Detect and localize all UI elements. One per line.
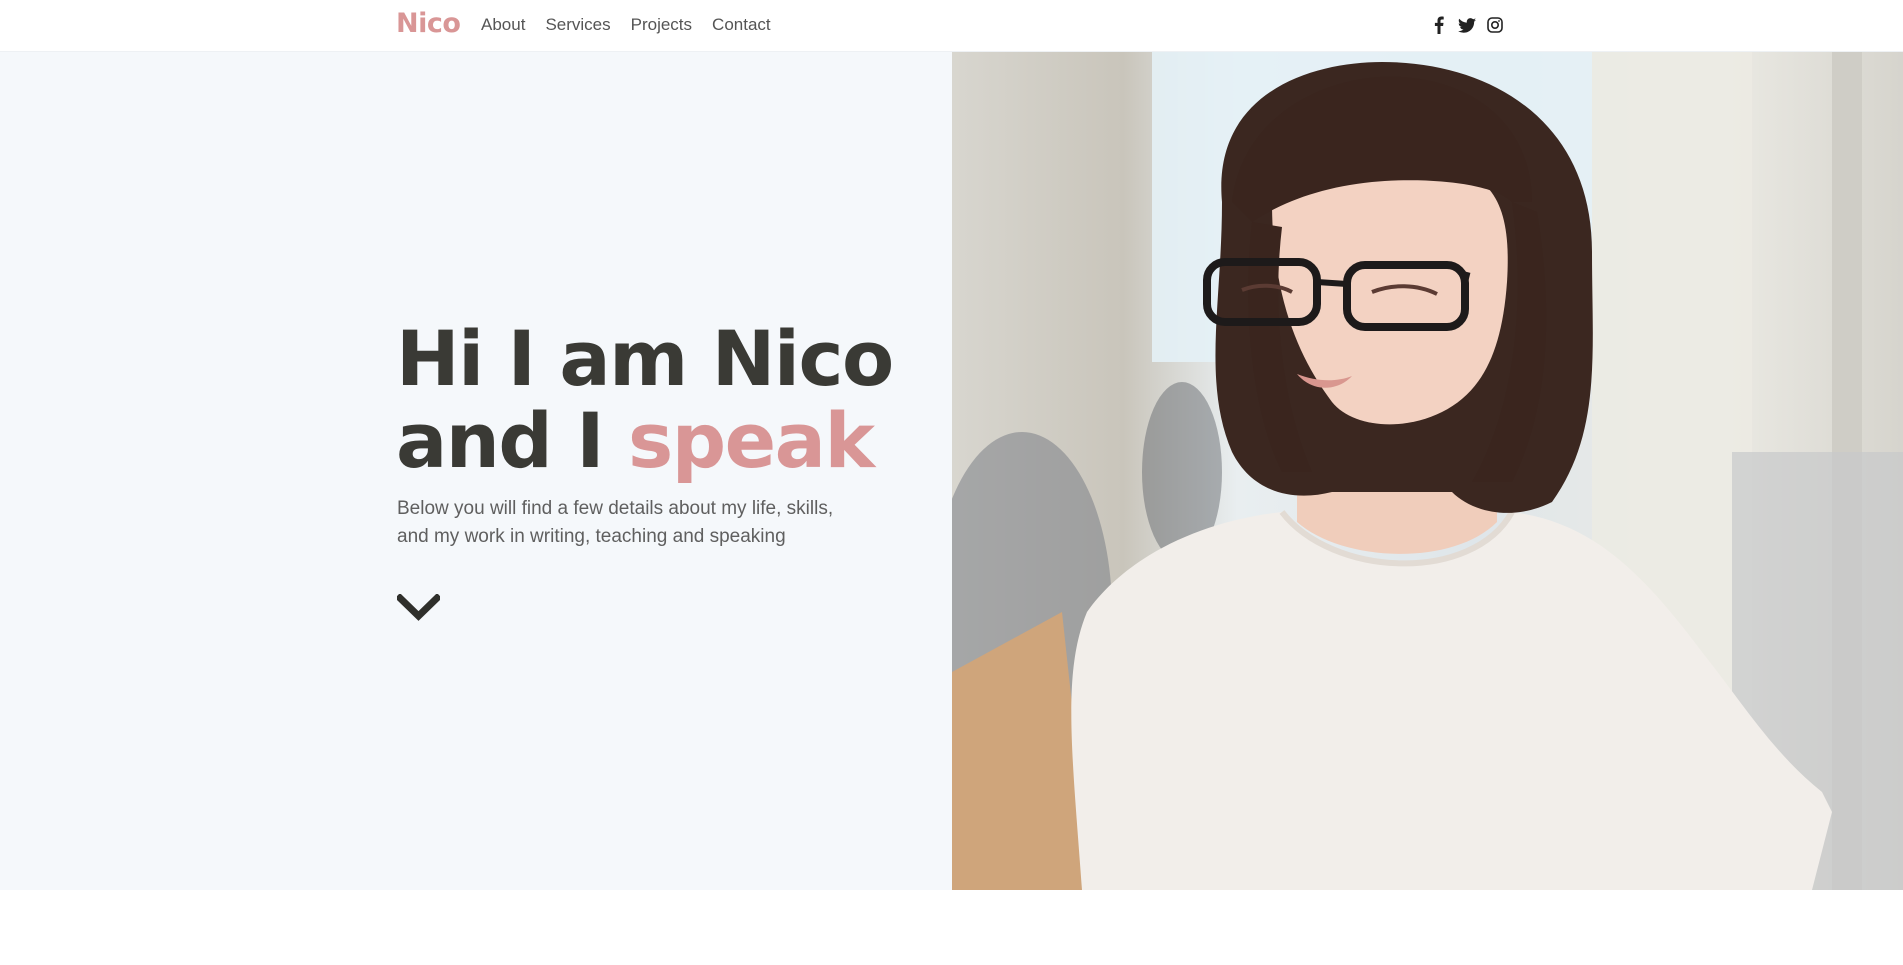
- nav-links: About Services Projects Contact: [481, 15, 771, 35]
- navbar: Nico About Services Projects Contact: [0, 0, 1903, 52]
- hero-title-line2: and I: [396, 396, 628, 485]
- nav-link-services[interactable]: Services: [545, 15, 610, 35]
- chevron-down-icon[interactable]: [395, 593, 442, 622]
- social-links: [1430, 16, 1504, 34]
- hero-title: Hi I am Nico and I speak: [396, 318, 916, 482]
- hero-subtitle-line1: Below you will find a few details about …: [397, 498, 834, 519]
- hero-subtitle-line2: and my work in writing, teaching and spe…: [397, 526, 786, 547]
- nav-link-projects[interactable]: Projects: [631, 15, 692, 35]
- hero-title-line1: Hi I am Nico: [396, 314, 894, 403]
- page-below-hero: [0, 890, 1903, 965]
- portrait-photo: [952, 52, 1903, 890]
- hero-subtitle: Below you will find a few details about …: [397, 495, 867, 551]
- brand-logo[interactable]: Nico: [396, 8, 461, 39]
- nav-link-contact[interactable]: Contact: [712, 15, 771, 35]
- hero-title-accent: speak: [628, 396, 875, 485]
- nav-link-about[interactable]: About: [481, 15, 525, 35]
- instagram-icon[interactable]: [1486, 16, 1504, 34]
- twitter-icon[interactable]: [1458, 16, 1476, 34]
- facebook-icon[interactable]: [1430, 16, 1448, 34]
